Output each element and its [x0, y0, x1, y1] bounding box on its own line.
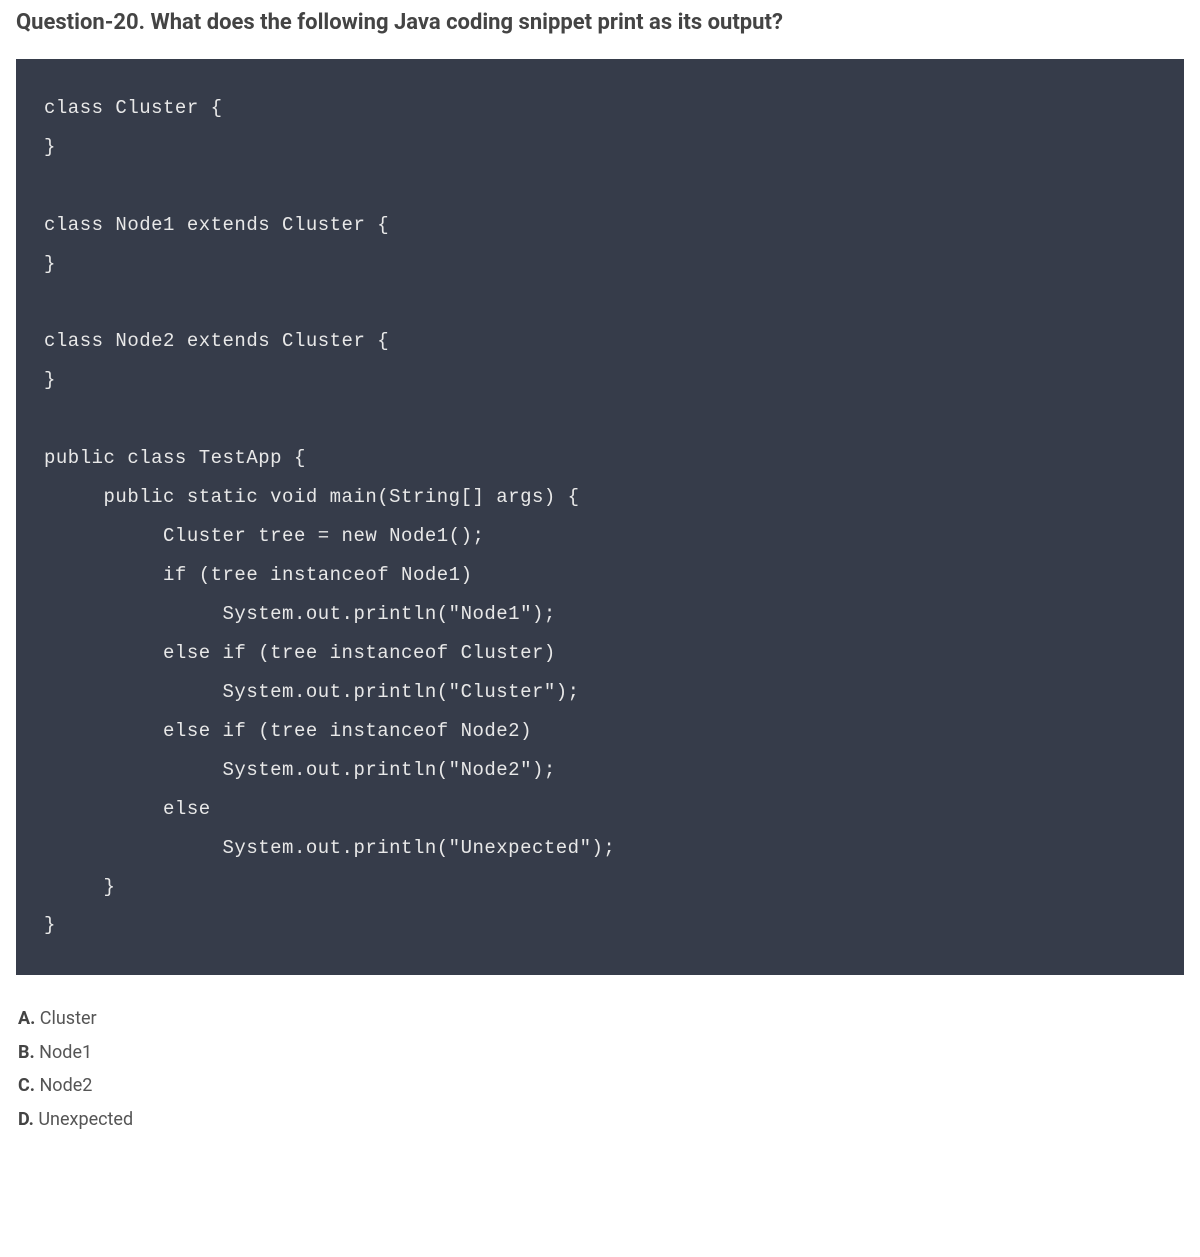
answer-letter: B.: [18, 1042, 35, 1063]
answer-letter: D.: [18, 1109, 34, 1130]
answer-letter: C.: [18, 1075, 35, 1096]
answer-options: A. ClusterB. Node1C. Node2D. Unexpected: [16, 1003, 1184, 1135]
answer-letter: A.: [18, 1008, 35, 1029]
answer-option[interactable]: B. Node1: [18, 1037, 1184, 1069]
answer-text: Node2: [35, 1075, 92, 1096]
answer-option[interactable]: C. Node2: [18, 1070, 1184, 1102]
question-title: Question-20. What does the following Jav…: [16, 8, 1184, 39]
answer-option[interactable]: A. Cluster: [18, 1003, 1184, 1035]
code-block: class Cluster { } class Node1 extends Cl…: [16, 59, 1184, 976]
answer-text: Node1: [35, 1042, 92, 1063]
answer-option[interactable]: D. Unexpected: [18, 1104, 1184, 1136]
answer-text: Cluster: [35, 1008, 96, 1029]
answer-text: Unexpected: [34, 1109, 133, 1130]
